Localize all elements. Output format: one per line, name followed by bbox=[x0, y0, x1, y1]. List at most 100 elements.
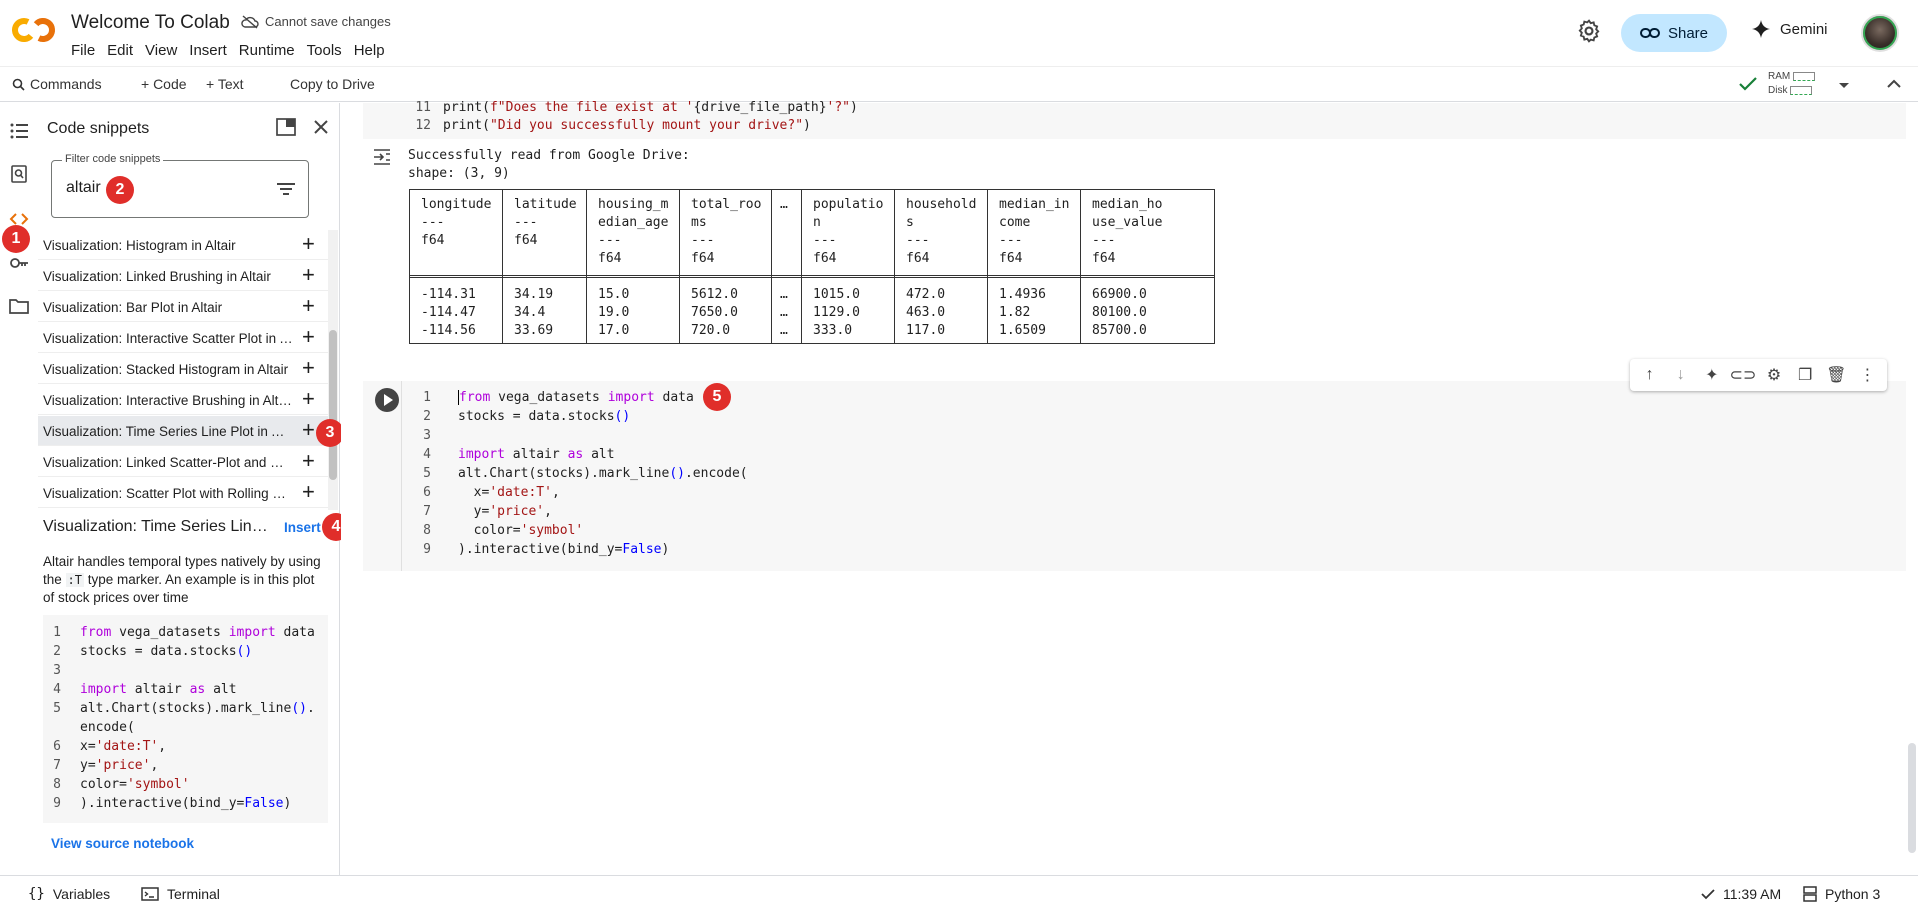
chevron-up-icon[interactable] bbox=[1887, 79, 1901, 88]
notebook-scrollbar[interactable] bbox=[1906, 103, 1918, 875]
snippet-item-selected[interactable]: Visualization: Time Series Line Plot in … bbox=[38, 416, 328, 446]
filter-icon[interactable] bbox=[277, 182, 295, 196]
code-line: y='price', bbox=[80, 758, 159, 773]
snippet-label: Visualization: Interactive Scatter Plot … bbox=[43, 331, 293, 346]
open-in-tab-icon[interactable] bbox=[276, 118, 296, 136]
add-snippet-button[interactable]: + bbox=[302, 450, 315, 472]
snippet-item[interactable]: Visualization: Histogram in Altair + bbox=[38, 230, 328, 260]
gemini-button[interactable]: Gemini bbox=[1752, 20, 1828, 38]
variables-button[interactable]: {} Variables bbox=[28, 886, 110, 902]
avatar[interactable] bbox=[1861, 14, 1899, 52]
table-of-contents-icon[interactable] bbox=[9, 121, 29, 141]
notebook-title[interactable]: Welcome To Colab bbox=[71, 12, 230, 34]
menu-insert[interactable]: Insert bbox=[189, 42, 235, 59]
snippet-code-preview: 1 from vega_datasets import data 2 stocks … bbox=[43, 615, 328, 823]
menu-file[interactable]: File bbox=[71, 42, 103, 59]
filter-input[interactable]: Filter code snippets altair bbox=[51, 153, 309, 218]
snippet-item[interactable]: Visualization: Scatter Plot with Rolling… bbox=[38, 478, 328, 508]
scrollbar-thumb[interactable] bbox=[1908, 743, 1916, 853]
snippet-list-scrollbar[interactable] bbox=[328, 230, 338, 510]
resource-monitor[interactable]: RAM Disk bbox=[1768, 70, 1816, 98]
df-cell: … bbox=[780, 305, 788, 320]
mirror-cell-icon[interactable]: ❐ bbox=[1795, 365, 1815, 385]
menu-edit[interactable]: Edit bbox=[107, 42, 141, 59]
df-cell: 85700.0 bbox=[1092, 323, 1147, 338]
snippet-item[interactable]: Visualization: Interactive Scatter Plot … bbox=[38, 323, 328, 353]
menu-help[interactable]: Help bbox=[354, 42, 393, 59]
move-up-icon[interactable]: ↑ bbox=[1640, 365, 1660, 385]
snippet-item[interactable]: Visualization: Linked Brushing in Altair… bbox=[38, 261, 328, 291]
run-cell-button[interactable] bbox=[375, 388, 399, 412]
close-icon[interactable] bbox=[313, 119, 329, 135]
braces-icon: {} bbox=[28, 886, 45, 902]
filter-value: altair bbox=[66, 179, 101, 196]
df-column: longitude --- f64 -114.31 -114.47 -114.5… bbox=[410, 190, 503, 343]
add-code-button[interactable]: + Code bbox=[141, 76, 187, 92]
code-line: encode( bbox=[80, 720, 135, 735]
line-number: 1 bbox=[53, 625, 61, 640]
gear-icon[interactable] bbox=[1576, 18, 1602, 44]
toolbar: Commands + Code + Text Copy to Drive RAM… bbox=[0, 66, 1918, 102]
cloud-off-icon bbox=[241, 14, 259, 29]
terminal-button[interactable]: Terminal bbox=[141, 886, 220, 902]
df-header-cell: housing_m edian_age --- f64 bbox=[598, 197, 669, 266]
code-line[interactable]: x='date:T', bbox=[458, 484, 560, 502]
view-source-link[interactable]: View source notebook bbox=[51, 836, 194, 851]
delete-icon[interactable]: 🗑 bbox=[1826, 365, 1846, 385]
add-snippet-button[interactable]: + bbox=[302, 326, 315, 348]
colab-logo[interactable] bbox=[12, 14, 56, 46]
share-button[interactable]: Share bbox=[1621, 14, 1727, 52]
gear-icon[interactable]: ⚙ bbox=[1764, 365, 1784, 385]
df-header-cell: populatio n --- f64 bbox=[813, 197, 884, 266]
code-line[interactable]: y='price', bbox=[458, 503, 552, 521]
insert-button[interactable]: Insert bbox=[284, 520, 321, 535]
snippet-item[interactable]: Visualization: Interactive Brushing in A… bbox=[38, 385, 328, 415]
link-icon[interactable]: ⊂⊃ bbox=[1730, 365, 1757, 385]
more-options-icon[interactable]: ⋮ bbox=[1857, 365, 1877, 385]
code-line[interactable]: ).interactive(bind_y=False) bbox=[458, 541, 669, 559]
line-number: 6 bbox=[423, 485, 431, 500]
code-line: alt.Chart(stocks).mark_line(). bbox=[80, 701, 315, 716]
folder-icon[interactable] bbox=[9, 296, 29, 316]
menu-runtime[interactable]: Runtime bbox=[239, 42, 303, 59]
code-line[interactable]: color='symbol' bbox=[458, 522, 584, 540]
add-snippet-button[interactable]: + bbox=[302, 295, 315, 317]
menu-view[interactable]: View bbox=[145, 42, 185, 59]
add-snippet-button[interactable]: + bbox=[302, 388, 315, 410]
sparkle-icon bbox=[1752, 20, 1770, 38]
notebook-area: 11 print(f"Does the file exist at '{driv… bbox=[341, 100, 1907, 875]
save-status[interactable]: Cannot save changes bbox=[241, 14, 391, 29]
snippet-item[interactable]: Visualization: Linked Scatter-Plot and H… bbox=[38, 447, 328, 477]
checkmark-icon bbox=[1701, 888, 1715, 899]
add-snippet-button[interactable]: + bbox=[302, 264, 315, 286]
find-replace-icon[interactable] bbox=[9, 164, 29, 184]
code-line: print("Did you successfully mount your d… bbox=[443, 118, 811, 133]
add-snippet-button[interactable]: + bbox=[302, 357, 315, 379]
commands-button[interactable]: Commands bbox=[12, 76, 102, 92]
code-line[interactable]: stocks = data.stocks() bbox=[458, 408, 630, 426]
sparkle-icon[interactable]: ✦ bbox=[1702, 365, 1722, 385]
code-line[interactable]: from vega_datasets import data bbox=[458, 389, 694, 407]
code-line[interactable]: alt.Chart(stocks).mark_line().encode( bbox=[458, 465, 748, 483]
menu-tools[interactable]: Tools bbox=[307, 42, 350, 59]
code-line[interactable]: import altair as alt bbox=[458, 446, 615, 464]
kernel-button[interactable]: Python 3 bbox=[1803, 886, 1880, 902]
execution-status[interactable]: 11:39 AM bbox=[1701, 886, 1781, 902]
add-snippet-button[interactable]: + bbox=[302, 419, 315, 441]
snippet-list: Visualization: Histogram in Altair + Visu… bbox=[38, 230, 328, 510]
copy-to-drive-button[interactable]: Copy to Drive bbox=[290, 76, 375, 92]
chevron-down-icon[interactable] bbox=[1838, 82, 1850, 90]
output-toggle-icon[interactable] bbox=[372, 147, 392, 167]
snippet-item[interactable]: Visualization: Bar Plot in Altair + bbox=[38, 292, 328, 322]
df-cell: -114.47 bbox=[421, 305, 476, 320]
add-snippet-button[interactable]: + bbox=[302, 481, 315, 503]
add-snippet-button[interactable]: + bbox=[302, 233, 315, 255]
code-line: print(f"Does the file exist at '{drive_f… bbox=[443, 100, 858, 115]
snippet-detail-title: Visualization: Time Series Line Plot in … bbox=[43, 518, 273, 535]
move-down-icon[interactable]: ↓ bbox=[1671, 365, 1691, 385]
df-header-cell: … bbox=[780, 197, 788, 212]
key-icon[interactable] bbox=[9, 253, 29, 273]
scrollbar-thumb[interactable] bbox=[329, 330, 337, 480]
snippet-item[interactable]: Visualization: Stacked Histogram in Alta… bbox=[38, 354, 328, 384]
add-text-button[interactable]: + Text bbox=[206, 76, 244, 92]
